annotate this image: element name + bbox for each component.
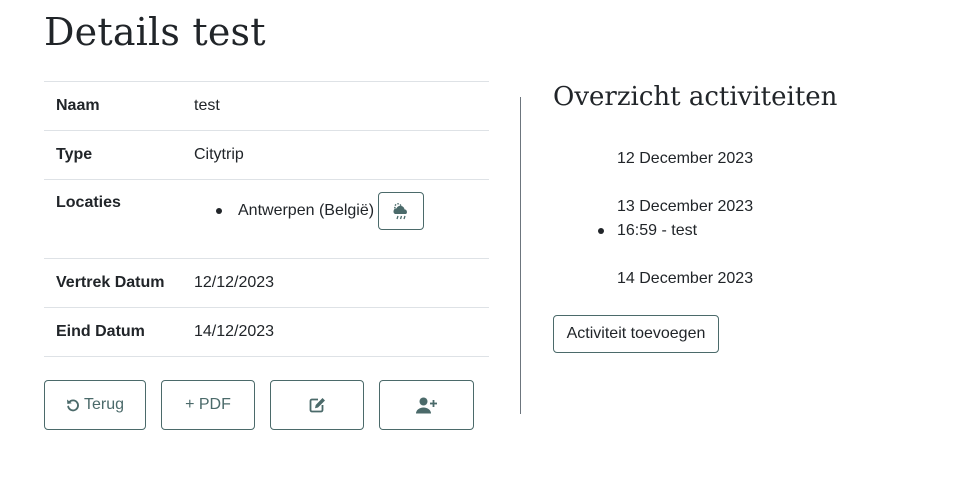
- locaties-value: Antwerpen (België): [194, 192, 489, 230]
- back-button[interactable]: Terug: [44, 380, 146, 430]
- user-plus-icon: [415, 397, 437, 413]
- location-name: Antwerpen (België): [238, 202, 375, 219]
- bullet: [216, 208, 222, 214]
- vertrek-label: Vertrek Datum: [56, 274, 165, 291]
- details-row-eind: Eind Datum 14/12/2023: [44, 308, 489, 357]
- activity-item: 16:59 - test: [598, 222, 697, 240]
- add-user-button[interactable]: [379, 380, 474, 430]
- naam-value: test: [194, 97, 220, 114]
- eind-value: 14/12/2023: [194, 323, 275, 340]
- edit-icon: [309, 398, 325, 413]
- locaties-label: Locaties: [56, 194, 121, 211]
- cloud-rain-icon: [393, 203, 408, 220]
- vertrek-value: 12/12/2023: [194, 274, 275, 291]
- back-button-label: Terug: [83, 396, 125, 413]
- details-row-vertrek: Vertrek Datum 12/12/2023: [44, 259, 489, 308]
- action-buttons: Terug + PDF: [44, 380, 474, 430]
- page-title: Details test: [44, 10, 266, 54]
- type-label: Type: [56, 146, 93, 163]
- details-table: Naam test Type Citytrip Locaties Antwerp…: [44, 81, 489, 357]
- bullet: [598, 228, 604, 234]
- edit-button[interactable]: [270, 380, 364, 430]
- location-item: Antwerpen (België): [216, 192, 489, 230]
- add-pdf-button[interactable]: + PDF: [161, 380, 255, 430]
- details-row-naam: Naam test: [44, 82, 489, 131]
- day-date: 12 December 2023: [617, 150, 754, 167]
- type-value: Citytrip: [194, 146, 244, 163]
- eind-label: Eind Datum: [56, 323, 145, 340]
- day-date: 14 December 2023: [617, 270, 754, 287]
- details-row-locaties: Locaties Antwerpen (België): [44, 180, 489, 259]
- add-pdf-label: + PDF: [185, 396, 231, 413]
- add-activity-button[interactable]: Activiteit toevoegen: [553, 315, 719, 353]
- naam-label: Naam: [56, 97, 100, 114]
- overview-title: Overzicht activiteiten: [553, 82, 838, 112]
- day-date: 13 December 2023: [617, 198, 754, 215]
- activity-label: 16:59 - test: [617, 222, 698, 239]
- column-divider: [520, 97, 521, 414]
- details-row-type: Type Citytrip: [44, 131, 489, 180]
- undo-icon: [66, 399, 79, 412]
- weather-button[interactable]: [378, 192, 425, 230]
- location-list: Antwerpen (België): [194, 192, 489, 230]
